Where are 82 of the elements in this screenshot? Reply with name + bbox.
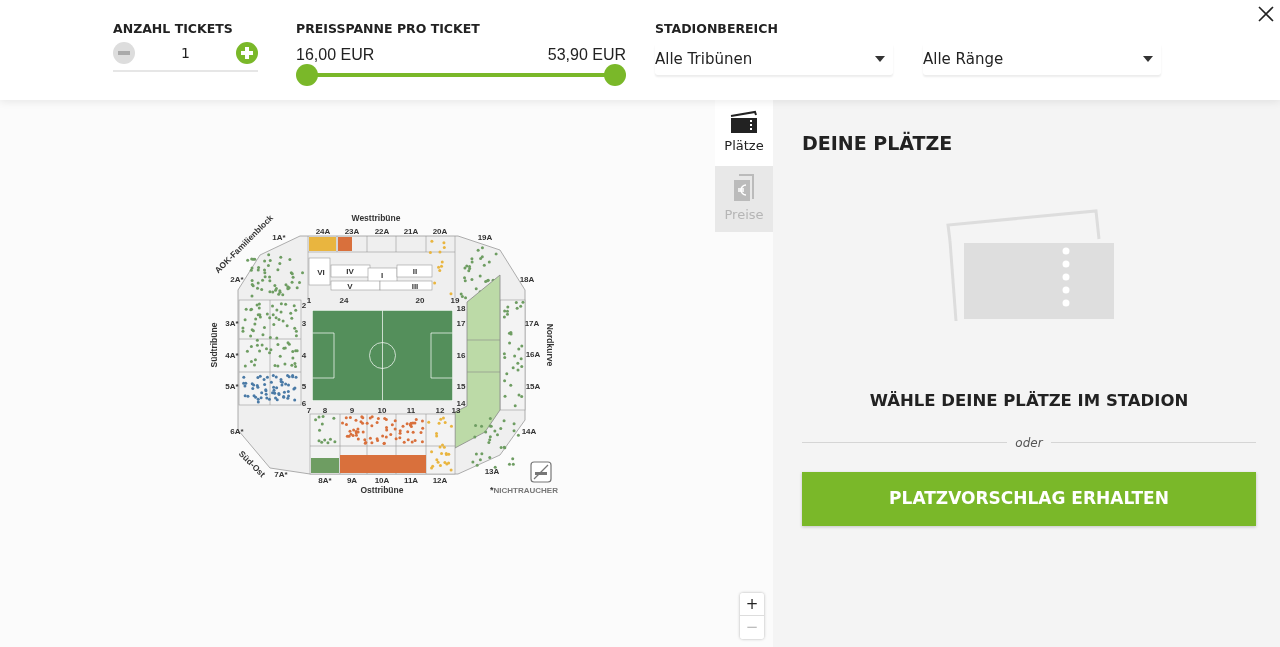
stand-label: Osttribüne bbox=[360, 485, 404, 495]
block-label: 23A bbox=[344, 227, 360, 236]
euro-icon bbox=[731, 173, 757, 204]
block-label: 10A bbox=[374, 476, 390, 485]
block-number: 4 bbox=[301, 351, 307, 360]
block-number: 6 bbox=[301, 399, 307, 408]
block-number: 11 bbox=[406, 406, 416, 415]
block-label: 15A bbox=[525, 382, 541, 391]
tier-label: II bbox=[412, 267, 418, 276]
plus-icon bbox=[240, 46, 254, 60]
close-button[interactable] bbox=[1257, 5, 1275, 23]
tier-label: III bbox=[411, 282, 419, 291]
block-number: 2 bbox=[301, 301, 307, 310]
field-label: STADIONBEREICH bbox=[655, 20, 779, 37]
price-max: 53,90 EUR bbox=[547, 45, 626, 65]
block-label: 5A* bbox=[225, 382, 239, 391]
block-number: 12 bbox=[435, 406, 445, 415]
price-min: 16,00 EUR bbox=[296, 45, 375, 65]
panel-title: DEINE PLÄTZE bbox=[802, 131, 954, 155]
block-label: 8A* bbox=[318, 476, 332, 485]
block-label: 21A bbox=[403, 227, 419, 236]
dropdown-select[interactable]: Alle Ränge bbox=[923, 43, 1161, 75]
block-label: 4A* bbox=[225, 351, 239, 360]
block-label: 13A bbox=[484, 467, 500, 476]
tier-label: VI bbox=[317, 268, 325, 277]
stand-label: Südtribüne bbox=[209, 322, 219, 368]
block-number: 3 bbox=[301, 319, 307, 328]
caret-icon bbox=[1143, 56, 1153, 62]
block-label: 7A* bbox=[274, 470, 288, 479]
dropdown-select[interactable]: Alle Tribünen bbox=[655, 43, 893, 75]
tier-label: IV bbox=[346, 267, 354, 276]
block-number: 5 bbox=[301, 382, 307, 391]
block-number: 8 bbox=[322, 406, 328, 415]
caret-icon bbox=[875, 56, 885, 62]
field-label: ANZAHL TICKETS bbox=[113, 20, 234, 37]
stand-label: Westtribüne bbox=[351, 213, 401, 223]
block-number: 9 bbox=[349, 406, 355, 415]
block-label: 24A bbox=[315, 227, 331, 236]
block-number: 17 bbox=[456, 319, 466, 328]
block-number: 19 bbox=[450, 296, 460, 305]
block-number: 24 bbox=[339, 296, 349, 305]
block-label: 1A* bbox=[272, 233, 286, 242]
block-label: 19A bbox=[477, 233, 493, 242]
block-label: 17A bbox=[524, 319, 540, 328]
tier-label: I bbox=[380, 271, 384, 280]
block-label: 3A* bbox=[225, 319, 239, 328]
block-label: 22A bbox=[374, 227, 390, 236]
block-label: 12A bbox=[432, 476, 448, 485]
ticket-icon bbox=[729, 110, 759, 135]
slider-thumb[interactable] bbox=[296, 64, 318, 86]
block-label: 6A* bbox=[230, 427, 244, 436]
or-text: oder bbox=[1014, 434, 1045, 452]
block-number: 7 bbox=[306, 406, 312, 415]
zoom-in-button[interactable]: + bbox=[740, 593, 764, 616]
block-label: 20A bbox=[432, 227, 448, 236]
price-range-slider[interactable] bbox=[296, 64, 626, 86]
ticket-count: 1 bbox=[181, 43, 190, 63]
block-number: 15 bbox=[456, 382, 466, 391]
block-label: 2A* bbox=[230, 275, 244, 284]
minus-icon bbox=[118, 51, 130, 55]
sidebar-tab[interactable]: Plätze bbox=[715, 100, 773, 166]
block-label: 9A bbox=[346, 476, 358, 485]
tier-label: V bbox=[347, 282, 353, 291]
block-number: 20 bbox=[415, 296, 425, 305]
minus-button[interactable] bbox=[113, 42, 135, 64]
prompt-text: WÄHLE DEINE PLÄTZE IM STADION bbox=[868, 390, 1190, 412]
block-number: 16 bbox=[456, 351, 466, 360]
block-label: 18A bbox=[519, 275, 535, 284]
block-label: 16A bbox=[525, 350, 541, 359]
block-number: 18 bbox=[456, 304, 466, 313]
plus-button[interactable] bbox=[236, 42, 258, 64]
block-number: 1 bbox=[306, 296, 312, 305]
block-label: 14A bbox=[521, 427, 537, 436]
block-number: 14 bbox=[456, 399, 466, 408]
field-label: PREISSPANNE PRO TICKET bbox=[296, 20, 481, 37]
stand-label: Nordkurve bbox=[545, 323, 555, 367]
slider-thumb[interactable] bbox=[604, 64, 626, 86]
legend-text: *NICHTRAUCHER bbox=[490, 485, 558, 495]
block-label: 11A bbox=[403, 476, 419, 485]
block-number: 10 bbox=[377, 406, 387, 415]
block-number: 13 bbox=[451, 406, 461, 415]
no-smoking-icon bbox=[530, 461, 552, 483]
